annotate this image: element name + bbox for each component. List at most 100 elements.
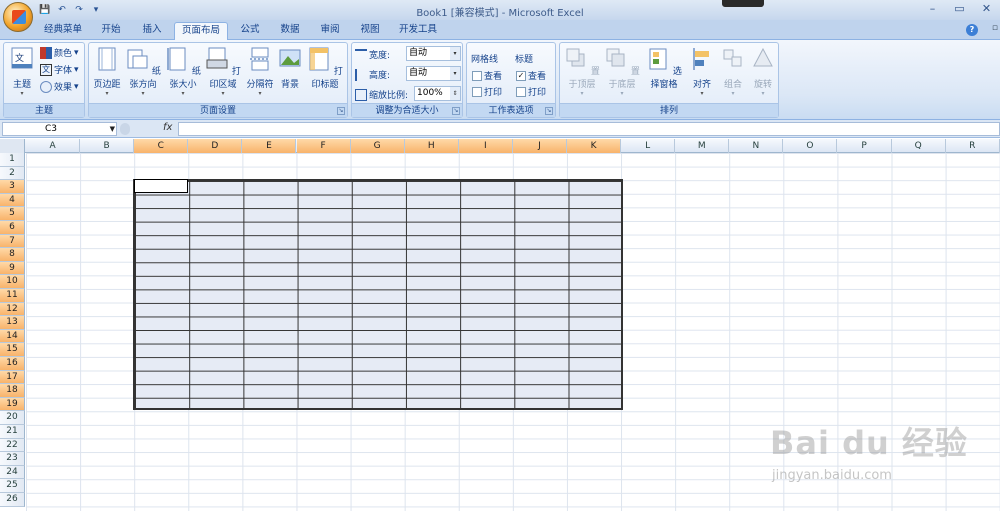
print-titles-button[interactable]: 打印标题 bbox=[305, 46, 345, 90]
column-header-h[interactable]: H bbox=[404, 139, 459, 153]
row-header-23[interactable]: 23 bbox=[0, 452, 25, 466]
fx-icon[interactable]: fx bbox=[163, 122, 172, 133]
selection-pane-button[interactable]: 选择窗格 bbox=[643, 46, 685, 90]
maximize-icon[interactable]: ▭ bbox=[946, 0, 973, 18]
row-header-9[interactable]: 9 bbox=[0, 261, 25, 276]
orientation-button[interactable]: 纸张方向 ▾ bbox=[124, 46, 162, 97]
column-header-f[interactable]: F bbox=[296, 139, 351, 153]
ribbon-minimize-icon[interactable]: ▫ bbox=[992, 23, 998, 33]
row-header-15[interactable]: 15 bbox=[0, 343, 25, 357]
row-header-5[interactable]: 5 bbox=[0, 207, 25, 221]
gridlines-view-checkbox[interactable]: 查看 bbox=[472, 69, 502, 82]
bring-to-front-button[interactable]: 置于顶层 ▾ bbox=[562, 46, 602, 97]
group-page-setup: 页边距 ▾ 纸张方向 ▾ 纸张大小 ▾ 打印区域 ▾ 分隔符 ▾ 背景 打印标题 页面设置… bbox=[88, 42, 348, 118]
formula-input[interactable] bbox=[178, 122, 1000, 136]
row-header-3[interactable]: 3 bbox=[0, 180, 25, 194]
column-header-r[interactable]: R bbox=[946, 139, 1000, 153]
group-button[interactable]: 组合 ▾ bbox=[718, 46, 748, 97]
row-header-22[interactable]: 22 bbox=[0, 438, 25, 453]
column-header-a[interactable]: A bbox=[26, 139, 81, 153]
themes-button[interactable]: 文 主题 ▾ bbox=[6, 46, 38, 97]
column-header-m[interactable]: M bbox=[675, 139, 730, 153]
row-header-1[interactable]: 1 bbox=[0, 153, 25, 167]
background-button[interactable]: 背景 bbox=[277, 46, 303, 90]
row-header-7[interactable]: 7 bbox=[0, 234, 25, 249]
column-header-d[interactable]: D bbox=[188, 139, 243, 153]
column-header-g[interactable]: G bbox=[350, 139, 405, 153]
row-header-16[interactable]: 16 bbox=[0, 357, 25, 371]
tab-view[interactable]: 视图 bbox=[352, 22, 388, 40]
row-header-25[interactable]: 25 bbox=[0, 479, 25, 493]
rotate-button[interactable]: 旋转 ▾ bbox=[749, 46, 777, 97]
size-button[interactable]: 纸张大小 ▾ bbox=[164, 46, 202, 97]
tab-insert[interactable]: 插入 bbox=[133, 22, 171, 40]
select-all-corner[interactable] bbox=[0, 139, 25, 153]
column-header-e[interactable]: E bbox=[242, 139, 297, 153]
row-header-13[interactable]: 13 bbox=[0, 316, 25, 330]
tab-data[interactable]: 数据 bbox=[272, 22, 308, 40]
print-titles-icon bbox=[309, 47, 329, 71]
row-header-20[interactable]: 20 bbox=[0, 411, 25, 425]
width-select[interactable]: 自动 ▾ bbox=[406, 46, 461, 61]
row-header-10[interactable]: 10 bbox=[0, 275, 25, 289]
column-headers: ABCDEFGHIJKLMNOPQR bbox=[0, 139, 1000, 153]
formula-expand-handle[interactable] bbox=[120, 123, 130, 135]
breaks-button[interactable]: 分隔符 ▾ bbox=[244, 46, 276, 97]
headings-view-checkbox[interactable]: ✓ 查看 bbox=[516, 69, 546, 82]
margins-button[interactable]: 页边距 ▾ bbox=[91, 46, 123, 97]
column-header-i[interactable]: I bbox=[458, 139, 513, 153]
headings-print-checkbox[interactable]: 打印 bbox=[516, 85, 546, 98]
page-setup-launcher-icon[interactable]: ↘ bbox=[337, 107, 345, 115]
sheet-options-launcher-icon[interactable]: ↘ bbox=[545, 107, 553, 115]
tab-review[interactable]: 审阅 bbox=[312, 22, 348, 40]
row-header-19[interactable]: 19 bbox=[0, 397, 25, 412]
gridlines-print-checkbox[interactable]: 打印 bbox=[472, 85, 502, 98]
row-header-8[interactable]: 8 bbox=[0, 248, 25, 262]
column-header-b[interactable]: B bbox=[80, 139, 135, 153]
column-header-q[interactable]: Q bbox=[892, 139, 946, 153]
column-header-c[interactable]: C bbox=[134, 139, 189, 153]
align-button[interactable]: 对齐 ▾ bbox=[687, 46, 717, 97]
scale-launcher-icon[interactable]: ↘ bbox=[452, 107, 460, 115]
minimize-icon[interactable]: – bbox=[919, 0, 946, 18]
height-select[interactable]: 自动 ▾ bbox=[406, 66, 461, 81]
row-header-18[interactable]: 18 bbox=[0, 384, 25, 398]
column-header-n[interactable]: N bbox=[729, 139, 784, 153]
column-header-k[interactable]: K bbox=[567, 139, 622, 153]
column-header-p[interactable]: P bbox=[838, 139, 892, 153]
row-header-14[interactable]: 14 bbox=[0, 329, 25, 344]
selected-range[interactable] bbox=[133, 179, 623, 410]
tab-formulas[interactable]: 公式 bbox=[232, 22, 268, 40]
theme-fonts-button[interactable]: 文 字体 ▾ bbox=[40, 63, 79, 76]
scale-label: 缩放比例: bbox=[369, 91, 409, 101]
row-header-17[interactable]: 17 bbox=[0, 370, 25, 385]
row-header-6[interactable]: 6 bbox=[0, 221, 25, 235]
row-header-4[interactable]: 4 bbox=[0, 193, 25, 208]
help-icon[interactable]: ? bbox=[966, 24, 978, 36]
row-header-11[interactable]: 11 bbox=[0, 289, 25, 303]
column-header-o[interactable]: O bbox=[783, 139, 838, 153]
close-icon[interactable]: ✕ bbox=[973, 0, 1000, 18]
fonts-label: 字体 bbox=[54, 66, 73, 76]
row-header-21[interactable]: 21 bbox=[0, 425, 25, 439]
row-header-24[interactable]: 24 bbox=[0, 465, 25, 480]
row-header-12[interactable]: 12 bbox=[0, 302, 25, 317]
print-area-button[interactable]: 打印区域 ▾ bbox=[204, 46, 242, 97]
scale-spinner[interactable]: 100% ⇕ bbox=[414, 86, 461, 101]
tab-classic-menu[interactable]: 经典菜单 bbox=[38, 22, 88, 40]
row-header-26[interactable]: 26 bbox=[0, 493, 25, 507]
tab-home[interactable]: 开始 bbox=[92, 22, 130, 40]
office-button[interactable] bbox=[3, 2, 33, 32]
active-cell[interactable] bbox=[134, 179, 188, 193]
align-icon bbox=[693, 48, 709, 70]
tab-developer[interactable]: 开发工具 bbox=[392, 22, 444, 40]
send-to-back-button[interactable]: 置于底层 ▾ bbox=[602, 46, 642, 97]
tab-page-layout[interactable]: 页面布局 bbox=[174, 22, 228, 40]
theme-effects-button[interactable]: 效果 ▾ bbox=[40, 80, 79, 93]
column-header-l[interactable]: L bbox=[621, 139, 676, 153]
row-header-2[interactable]: 2 bbox=[0, 166, 25, 181]
name-box[interactable]: C3 ▼ bbox=[2, 122, 117, 136]
background-label: 背景 bbox=[280, 80, 299, 90]
column-header-j[interactable]: J bbox=[512, 139, 567, 153]
theme-colors-button[interactable]: 颜色 ▾ bbox=[40, 46, 79, 59]
